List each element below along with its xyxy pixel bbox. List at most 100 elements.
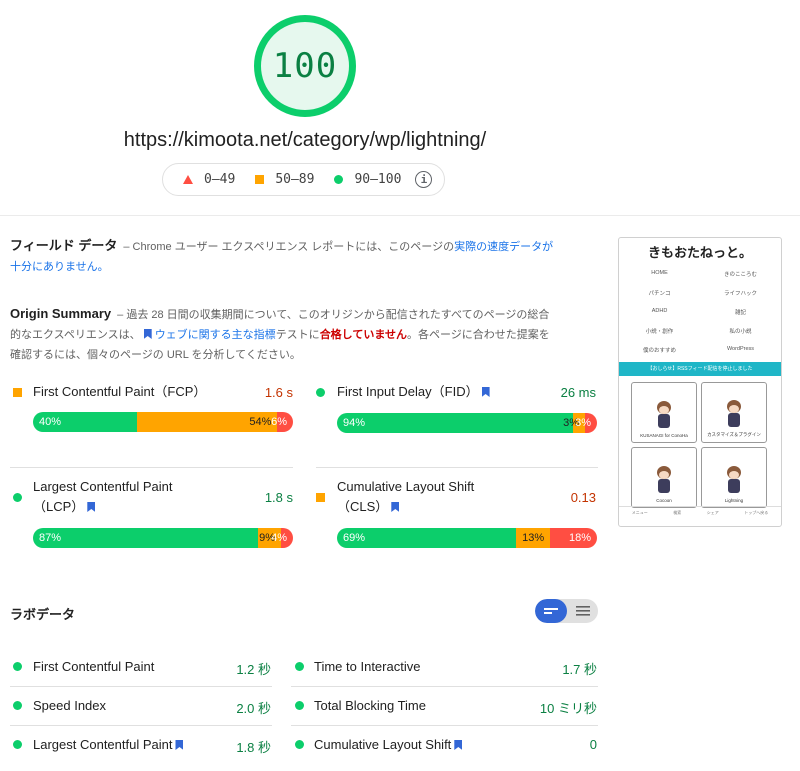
thumb-card: カスタマイズ＆プラグイン — [701, 382, 767, 443]
lab-tti-value: 1.7 秒 — [562, 662, 597, 677]
distribution-good: 87% — [33, 528, 258, 548]
list-compact-icon — [544, 608, 558, 614]
bookmark-icon — [454, 740, 463, 750]
metric-fcp-distribution: 40% 54% 6% — [33, 412, 293, 432]
view-toggle[interactable] — [535, 599, 598, 623]
thumb-site-title: きもおたねっと。 — [647, 245, 752, 260]
metric-separator — [316, 467, 598, 468]
lab-speed-index-label: Speed Index — [33, 698, 107, 713]
pass-circle-icon — [295, 662, 304, 671]
distribution-poor: 6% — [271, 412, 293, 432]
metric-separator — [10, 467, 293, 468]
field-data-description: フィールド データ – Chrome ユーザー エクスペリエンス レポートには、こ… — [10, 238, 554, 273]
pass-circle-icon — [316, 388, 325, 397]
pass-circle-icon — [13, 701, 22, 710]
average-square-icon — [13, 388, 22, 397]
thumb-nav: HOME きのこころむ パチンコ ライフハック ADHD 雑記 小説・創作 私の… — [619, 270, 781, 354]
character-icon — [655, 466, 673, 494]
lab-cls-label: Cumulative Layout Shift — [314, 737, 465, 752]
score-gauge: 100 — [254, 15, 356, 117]
metric-fid-distribution: 94% 3% 3% — [337, 413, 597, 433]
lab-speed-index-value: 2.0 秒 — [236, 701, 271, 716]
score-legend: 0–49 50–89 90–100 i — [162, 163, 445, 196]
distribution-good: 69% — [337, 528, 517, 548]
lab-tti-label: Time to Interactive — [314, 659, 421, 674]
character-icon — [725, 466, 743, 494]
lab-row-separator — [291, 686, 598, 687]
metric-fcp-value: 1.6 s — [264, 385, 293, 400]
character-icon — [725, 400, 743, 428]
distribution-poor: 4% — [271, 528, 293, 548]
compact-view-button[interactable] — [535, 599, 567, 623]
distribution-needs-improvement: 13% — [516, 528, 551, 548]
core-web-vitals-link[interactable]: ウェブに関する主な指標 — [155, 329, 276, 341]
thumb-nav-item: ライフハック — [723, 291, 757, 297]
thumb-banner: 【おしらせ】RSSフィード配信を停止しました — [619, 362, 781, 376]
metric-fid-value: 26 ms — [560, 385, 596, 400]
legend-pass: 90–100 — [334, 172, 401, 187]
pass-circle-icon — [13, 740, 22, 749]
list-expanded-icon — [575, 606, 590, 616]
distribution-needs-improvement: 54% — [137, 412, 278, 432]
thumb-nav-item: 僕のおすすめ — [642, 348, 676, 354]
distribution-poor: 18% — [550, 528, 597, 548]
metric-lcp-value: 1.8 s — [264, 490, 293, 505]
fail-text: 合格していません — [319, 329, 408, 341]
lab-tbt-label: Total Blocking Time — [314, 698, 426, 713]
legend-average: 50–89 — [255, 172, 314, 187]
bookmark-icon — [481, 387, 490, 397]
character-icon — [655, 401, 673, 429]
metric-fcp-title: First Contentful Paint（FCP） — [33, 384, 207, 399]
thumb-card-grid: KUSANAGI for ConoHa カスタマイズ＆プラグイン Cocoon … — [619, 376, 781, 514]
pass-circle-icon — [13, 662, 22, 671]
legend-fail: 0–49 — [183, 172, 235, 187]
distribution-good: 40% — [33, 412, 137, 432]
metric-lcp-distribution: 87% 9% 4% — [33, 528, 293, 548]
section-divider — [0, 215, 800, 216]
average-square-icon — [316, 493, 325, 502]
metric-fid-title: First Input Delay（FID） — [337, 382, 493, 402]
thumb-nav-item: 私の小説 — [729, 329, 752, 335]
metric-cls-value: 0.13 — [570, 490, 596, 505]
lab-data-title: ラボデータ — [10, 607, 76, 622]
thumb-card: KUSANAGI for ConoHa — [631, 382, 697, 443]
circle-icon — [334, 175, 344, 184]
distribution-poor: 3% — [575, 413, 597, 433]
thumb-nav-item: 雑記 — [734, 310, 746, 316]
origin-summary: Origin Summary – 過去 28 日間の収集期間について、このオリジン… — [10, 306, 550, 361]
thumb-nav-item: パチンコ — [648, 291, 671, 297]
metric-lcp-title: Largest Contentful Paint （LCP） — [33, 479, 173, 514]
lab-fcp-label: First Contentful Paint — [33, 659, 155, 674]
thumb-nav-item: ADHD — [651, 308, 668, 314]
lab-lcp-value: 1.8 秒 — [236, 740, 271, 755]
metric-cls-distribution: 69% 13% 18% — [337, 528, 597, 548]
lab-lcp-label: Largest Contentful Paint — [33, 737, 186, 752]
lab-fcp-value: 1.2 秒 — [236, 662, 271, 677]
thumb-nav-item: WordPress — [726, 346, 755, 352]
score-value: 100 — [272, 46, 338, 86]
pass-circle-icon — [13, 493, 22, 502]
square-icon — [255, 175, 265, 184]
thumb-card: Cocoon — [631, 447, 697, 508]
bookmark-icon — [391, 502, 400, 512]
lab-row-separator — [291, 725, 598, 726]
lab-tbt-value: 10 ミリ秒 — [539, 701, 597, 716]
thumb-footer: メニュー 検索 シェア トップへ戻る — [619, 506, 781, 516]
field-data-title: フィールド データ — [10, 238, 118, 253]
thumb-nav-item: 小説・創作 — [645, 329, 674, 335]
expanded-view-button[interactable] — [567, 599, 598, 623]
lab-cls-value: 0 — [589, 737, 597, 752]
info-icon[interactable]: i — [415, 171, 433, 188]
thumb-nav-item: きのこころむ — [723, 272, 757, 278]
metric-cls-title: Cumulative Layout Shift （CLS） — [337, 479, 475, 514]
page-screenshot-thumbnail: きもおたねっと。 HOME きのこころむ パチンコ ライフハック ADHD 雑記… — [618, 237, 782, 527]
thumb-card: Lightning — [701, 447, 767, 508]
triangle-icon — [183, 175, 193, 184]
bookmark-icon — [143, 329, 152, 339]
bookmark-icon — [87, 502, 96, 512]
analyzed-url: https://kimoota.net/category/wp/lightnin… — [123, 129, 487, 151]
distribution-good: 94% — [337, 413, 573, 433]
lab-row-separator — [10, 725, 272, 726]
thumb-nav-item: HOME — [651, 270, 668, 276]
lab-row-separator — [10, 686, 272, 687]
